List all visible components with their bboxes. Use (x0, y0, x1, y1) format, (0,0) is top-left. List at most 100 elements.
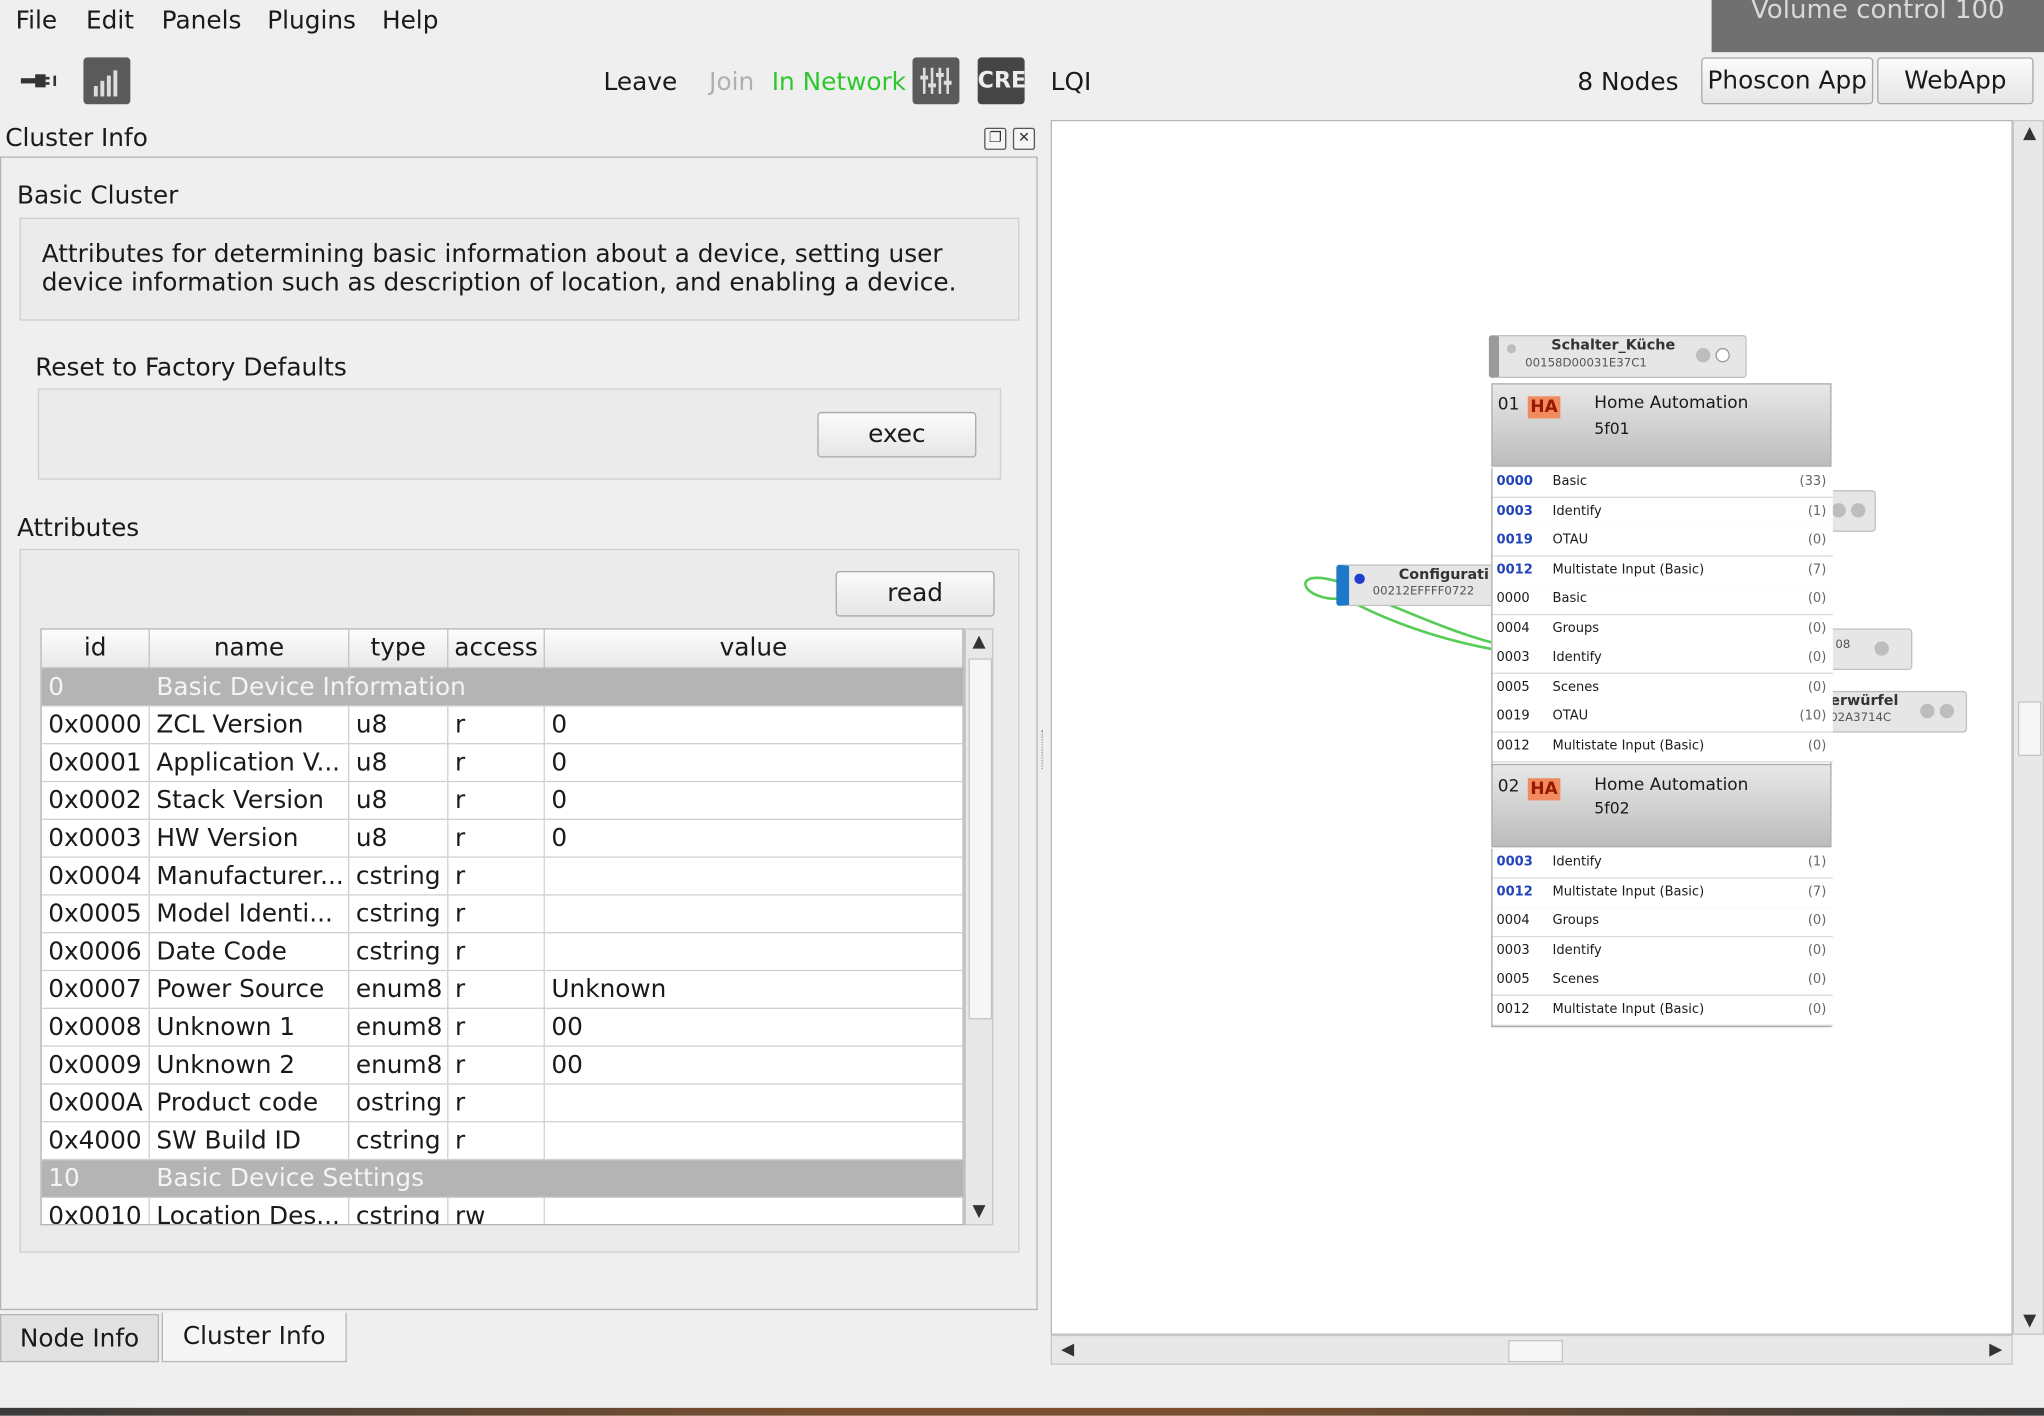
webapp-button[interactable]: WebApp (1877, 57, 2034, 105)
node-wuerfel[interactable]: erwürfel 02A3714C (1821, 690, 1968, 733)
cluster-row[interactable]: 0000 Basic (0) (1492, 585, 1833, 616)
table-row[interactable]: 0x0004 Manufacturer... cstring r (41, 857, 964, 896)
cell-value[interactable] (545, 933, 964, 970)
node-hidden-2[interactable]: 08 (1821, 628, 1913, 671)
cell-name: Model Identi... (150, 895, 350, 933)
tab-cluster-info[interactable]: Cluster Info (161, 1312, 347, 1363)
cluster-count: (0) (1807, 591, 1827, 607)
scroll-up-arrow-icon[interactable]: ▲ (966, 632, 992, 652)
node-status-dot (1506, 344, 1517, 354)
column-header-value[interactable]: value (545, 629, 964, 668)
column-header-name[interactable]: name (150, 629, 350, 668)
table-group-row[interactable]: 10 Basic Device Settings (41, 1160, 964, 1198)
cluster-row[interactable]: 0003 Identify (1) (1492, 497, 1833, 528)
table-row[interactable]: 0x0003 HW Version u8 r 0 (41, 819, 964, 858)
menu-file[interactable]: File (16, 7, 57, 36)
phoscon-app-button[interactable]: Phoscon App (1701, 57, 1874, 105)
node-graph-canvas[interactable]: Schalter_Küche 00158D00031E37C1 08 erwür… (1050, 119, 2013, 1335)
node-schalter-kueche[interactable]: Schalter_Küche 00158D00031E37C1 (1488, 335, 1747, 379)
cluster-row[interactable]: 0019 OTAU (0) (1492, 526, 1833, 557)
leave-button[interactable]: Leave (604, 68, 678, 97)
dock-float-icon[interactable]: ❐ (984, 127, 1007, 150)
cell-value[interactable]: Unknown (545, 971, 964, 1008)
cell-value[interactable]: 00 (545, 1046, 964, 1084)
connection-plug-icon[interactable] (18, 65, 60, 96)
cell-value[interactable]: 0 (545, 819, 964, 857)
menu-help[interactable]: Help (382, 7, 438, 36)
node-configuration[interactable]: Configurati 00212EFFFF0722 (1336, 564, 1514, 607)
cluster-id: 0012 (1496, 884, 1533, 899)
endpoint-01-header[interactable]: 01 HA Home Automation 5f01 (1491, 383, 1832, 467)
column-header-type[interactable]: type (349, 629, 449, 668)
canvas-horizontal-scrollbar[interactable]: ◀ ▶ (1050, 1334, 2013, 1365)
cell-value[interactable] (545, 1197, 964, 1225)
cluster-row[interactable]: 0005 Scenes (0) (1492, 673, 1833, 704)
cell-name: SW Build ID (150, 1122, 350, 1159)
cell-access: r (448, 1008, 545, 1046)
cell-value[interactable]: 00 (545, 1008, 964, 1046)
table-vertical-scrollbar[interactable]: ▲ ▼ (964, 628, 994, 1226)
table-row[interactable]: 0x0001 Application V... u8 r 0 (41, 744, 964, 783)
channel-bars-icon[interactable] (912, 57, 960, 105)
cell-value[interactable] (545, 857, 964, 895)
table-row[interactable]: 0x0007 Power Source enum8 r Unknown (41, 971, 964, 1009)
cell-value[interactable] (545, 1084, 964, 1122)
canvas-vertical-scrollbar[interactable]: ▲ ▼ (2012, 119, 2044, 1335)
table-row[interactable]: 0x0010 Location Des... cstring rw (42, 1197, 964, 1225)
cell-value[interactable] (545, 895, 964, 933)
cell-value[interactable]: 0 (545, 782, 964, 819)
cluster-row[interactable]: 0019 OTAU (10) (1492, 702, 1833, 733)
cell-name: Application V... (150, 744, 350, 781)
splitter-handle[interactable] (1041, 729, 1049, 770)
exec-button[interactable]: exec (817, 411, 977, 458)
cell-value[interactable]: 0 (545, 744, 964, 781)
cluster-count: (0) (1807, 679, 1827, 695)
table-row[interactable]: 0x0009 Unknown 2 enum8 r 00 (41, 1046, 964, 1085)
table-row[interactable]: 0x000A Product code ostring r (41, 1084, 964, 1123)
endpoint-02-header[interactable]: 02 HA Home Automation 5f02 (1491, 763, 1832, 848)
scroll-up-arrow-icon[interactable]: ▲ (2017, 124, 2043, 144)
cluster-row[interactable]: 0003 Identify (1) (1492, 848, 1833, 879)
cluster-row[interactable]: 0012 Multistate Input (Basic) (0) (1492, 995, 1833, 1026)
cell-value[interactable] (545, 1122, 964, 1159)
column-header-access[interactable]: access (448, 629, 545, 668)
cluster-row[interactable]: 0000 Basic (33) (1492, 467, 1833, 498)
signal-bars-icon[interactable] (83, 57, 131, 105)
menu-panels[interactable]: Panels (162, 7, 242, 36)
table-row[interactable]: 0x0005 Model Identi... cstring r (41, 895, 964, 934)
scroll-down-arrow-icon[interactable]: ▼ (966, 1202, 992, 1222)
cluster-row[interactable]: 0012 Multistate Input (Basic) (7) (1492, 877, 1833, 908)
table-row[interactable]: 0x0002 Stack Version u8 r 0 (41, 782, 964, 820)
cluster-row[interactable]: 0003 Identify (0) (1492, 643, 1833, 674)
menu-edit[interactable]: Edit (86, 7, 134, 36)
cluster-row[interactable]: 0004 Groups (0) (1492, 907, 1833, 938)
canvas-vscroll-thumb[interactable] (2017, 701, 2042, 757)
column-header-id[interactable]: id (42, 629, 150, 668)
join-button[interactable]: Join (709, 68, 754, 97)
dock-close-icon[interactable]: ✕ (1012, 127, 1036, 150)
tab-node-info[interactable]: Node Info (0, 1313, 160, 1363)
cluster-row[interactable]: 0003 Identify (0) (1492, 936, 1833, 967)
cell-id: 0x0007 (42, 971, 150, 1008)
table-group-row[interactable]: 0 Basic Device Information (41, 668, 964, 707)
attributes-table[interactable]: id name type access value 0 Basic Device … (40, 628, 965, 1226)
cell-access: r (448, 744, 545, 781)
cluster-row[interactable]: 0005 Scenes (0) (1492, 965, 1833, 996)
scroll-right-arrow-icon[interactable]: ▶ (1983, 1340, 2009, 1360)
table-row[interactable]: 0x4000 SW Build ID cstring r (41, 1122, 964, 1161)
cre-button[interactable]: CRE (977, 57, 1026, 105)
menu-plugins[interactable]: Plugins (267, 7, 356, 36)
cluster-row[interactable]: 0012 Multistate Input (Basic) (0) (1492, 731, 1833, 762)
table-row[interactable]: 0x0008 Unknown 1 enum8 r 00 (41, 1008, 964, 1047)
cluster-row[interactable]: 0004 Groups (0) (1492, 614, 1833, 645)
table-row[interactable]: 0x0006 Date Code cstring r (41, 933, 964, 972)
canvas-hscroll-thumb[interactable] (1508, 1340, 1563, 1363)
table-scrollbar-thumb[interactable] (968, 658, 993, 1020)
cell-value[interactable]: 0 (545, 706, 964, 744)
read-button[interactable]: read (835, 570, 995, 617)
table-row[interactable]: 0x0000 ZCL Version u8 r 0 (41, 706, 964, 745)
scroll-left-arrow-icon[interactable]: ◀ (1055, 1340, 1081, 1360)
scroll-down-arrow-icon[interactable]: ▼ (2017, 1311, 2043, 1331)
lqi-toggle[interactable]: LQI (1051, 68, 1092, 97)
cluster-row[interactable]: 0012 Multistate Input (Basic) (7) (1492, 555, 1833, 586)
